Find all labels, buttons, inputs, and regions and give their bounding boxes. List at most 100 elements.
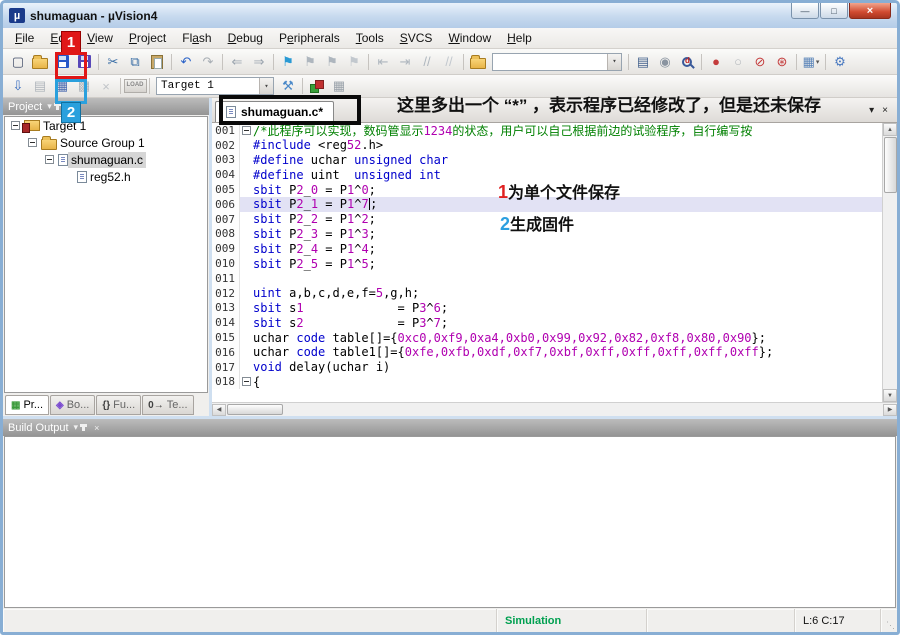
code-line-003[interactable]: 003#define uchar unsigned char — [212, 153, 882, 168]
menu-item-flash[interactable]: Flash — [174, 29, 219, 47]
new-file-icon[interactable]: ▢ — [7, 51, 29, 72]
navigate-back-icon[interactable]: ⇐ — [226, 51, 248, 72]
menu-item-help[interactable]: Help — [499, 29, 540, 47]
code-editor[interactable]: 001/*此程序可以实现，数码管显示1234的状态，用户可以自己根据前边的试验程… — [212, 123, 882, 402]
chevron-down-icon[interactable]: ▾ — [816, 58, 820, 66]
menu-item-window[interactable]: Window — [440, 29, 499, 47]
tree-item-source-group-1[interactable]: Source Group 1 — [5, 134, 207, 151]
copy-icon[interactable]: ⧉ — [124, 51, 146, 72]
code-line-001[interactable]: 001/*此程序可以实现，数码管显示1234的状态，用户可以自己根据前边的试验程… — [212, 123, 882, 138]
stop-build-icon[interactable]: × — [95, 76, 117, 97]
chevron-down-icon[interactable]: ▾ — [259, 78, 273, 94]
code-line-009[interactable]: 009sbit P2_4 = P1^4; — [212, 241, 882, 256]
open-folder-icon[interactable] — [29, 51, 51, 72]
panel-tab-bo[interactable]: ◈Bo... — [50, 395, 95, 415]
minimize-button[interactable]: — — [791, 3, 819, 19]
memory-window-icon[interactable]: ▦▾ — [800, 51, 822, 72]
fold-collapse-icon[interactable] — [242, 377, 251, 386]
cut-icon[interactable]: ✂ — [102, 51, 124, 72]
configure-icon[interactable]: ⚙ — [829, 51, 851, 72]
scroll-left-icon[interactable]: ◀ — [212, 404, 226, 416]
tree-item-target-1[interactable]: Target 1 — [5, 117, 207, 134]
options-for-target-icon[interactable]: ⚒ — [277, 76, 299, 97]
tree-expander-icon[interactable] — [45, 155, 54, 164]
panel-close-icon[interactable]: × — [94, 423, 99, 433]
debug-hand-icon[interactable]: ◉ — [654, 51, 676, 72]
menu-item-view[interactable]: View — [79, 29, 121, 47]
code-line-010[interactable]: 010sbit P2_5 = P1^5; — [212, 256, 882, 271]
tree-item-reg52-h[interactable]: reg52.h — [5, 168, 207, 185]
panel-dropdown-icon[interactable]: ▾ — [47, 101, 52, 112]
menu-item-tools[interactable]: Tools — [348, 29, 392, 47]
code-line-017[interactable]: 017void delay(uchar i) — [212, 360, 882, 375]
outdent-icon[interactable]: ⇤ — [372, 51, 394, 72]
code-line-016[interactable]: 016uchar code table1[]={0xfe,0xfb,0xdf,0… — [212, 345, 882, 360]
line-number: 015 — [212, 330, 240, 345]
undo-icon[interactable]: ↶ — [175, 51, 197, 72]
tree-expander-icon[interactable] — [11, 121, 20, 130]
panel-tab-te[interactable]: 0→Te... — [142, 395, 193, 415]
target-combo[interactable]: Target 1▾ — [156, 77, 274, 95]
close-button[interactable]: × — [849, 3, 891, 19]
batch-build-icon[interactable]: ▤ — [29, 76, 51, 97]
horizontal-scroll-thumb[interactable] — [227, 404, 283, 415]
configure-flash-icon[interactable]: ▤ — [632, 51, 654, 72]
fold-collapse-icon[interactable] — [242, 126, 251, 135]
navigate-forward-icon[interactable]: ⇒ — [248, 51, 270, 72]
menu-item-debug[interactable]: Debug — [220, 29, 271, 47]
toolbar-separator — [701, 54, 702, 70]
scroll-down-icon[interactable]: ▼ — [883, 389, 897, 402]
code-line-018[interactable]: 018{ — [212, 375, 882, 390]
menu-item-project[interactable]: Project — [121, 29, 174, 47]
tab-list-dropdown-icon[interactable]: ▾ — [869, 105, 874, 116]
paste-icon[interactable] — [146, 51, 168, 72]
code-line-012[interactable]: 012uint a,b,c,d,e,f=5,g,h; — [212, 286, 882, 301]
maximize-button[interactable]: □ — [820, 3, 848, 19]
menu-item-file[interactable]: File — [7, 29, 42, 47]
start-stop-debug-icon[interactable] — [676, 51, 698, 72]
code-line-002[interactable]: 002#include <reg52.h> — [212, 138, 882, 153]
code-text: sbit s2 = P3^7; — [253, 316, 448, 330]
code-line-013[interactable]: 013sbit s1 = P3^6; — [212, 301, 882, 316]
code-line-014[interactable]: 014sbit s2 = P3^7; — [212, 315, 882, 330]
panel-tab-pr[interactable]: ▦Pr... — [5, 395, 49, 415]
enable-disable-breakpoint-icon[interactable]: ○ — [727, 51, 749, 72]
kill-all-breakpoints-icon[interactable]: ⊛ — [771, 51, 793, 72]
insert-breakpoint-icon[interactable]: ● — [705, 51, 727, 72]
vertical-scrollbar[interactable]: ▲ ▼ — [882, 123, 897, 402]
comment-icon[interactable]: // — [416, 51, 438, 72]
scroll-up-icon[interactable]: ▲ — [883, 123, 897, 136]
annotation-marker-2: 2 — [61, 102, 81, 123]
tab-close-icon[interactable]: × — [882, 105, 888, 116]
vertical-scroll-thumb[interactable] — [884, 137, 897, 193]
bookmark-clear-icon[interactable]: ⚑ — [343, 51, 365, 72]
scroll-right-icon[interactable]: ▶ — [883, 404, 897, 416]
panel-pin-icon[interactable] — [82, 424, 85, 431]
disable-all-breakpoints-icon[interactable]: ⊘ — [749, 51, 771, 72]
horizontal-scrollbar[interactable]: ◀ ▶ — [212, 402, 897, 416]
panel-pin-icon[interactable] — [56, 103, 59, 110]
menu-item-svcs[interactable]: SVCS — [392, 29, 441, 47]
uncomment-icon[interactable]: // — [438, 51, 460, 72]
indent-icon[interactable]: ⇥ — [394, 51, 416, 72]
tree-expander-icon[interactable] — [28, 138, 37, 147]
bookmark-prev-icon[interactable]: ⚑ — [299, 51, 321, 72]
panel-dropdown-icon[interactable]: ▾ — [74, 422, 79, 433]
resize-grip[interactable]: ⋱ — [881, 609, 897, 632]
tree-item-shumaguan-c[interactable]: shumaguan.c — [5, 151, 207, 168]
redo-icon[interactable]: ↷ — [197, 51, 219, 72]
translate-icon[interactable]: ⇩ — [7, 76, 29, 97]
search-combo[interactable]: ▾ — [492, 53, 622, 71]
code-line-011[interactable]: 011 — [212, 271, 882, 286]
chevron-down-icon[interactable]: ▾ — [607, 54, 621, 70]
window-layout-icon[interactable]: ▦ — [328, 76, 350, 97]
bookmark-toggle-icon[interactable]: ⚑ — [277, 51, 299, 72]
find-in-files-icon[interactable] — [467, 51, 489, 72]
manage-components-icon[interactable] — [306, 76, 328, 97]
menu-item-peripherals[interactable]: Peripherals — [271, 29, 348, 47]
toolbar-separator — [98, 54, 99, 70]
panel-tab-fu[interactable]: {}Fu... — [96, 395, 141, 415]
download-icon[interactable]: LOAD — [124, 76, 146, 97]
code-line-015[interactable]: 015uchar code table[]={0xc0,0xf9,0xa4,0x… — [212, 330, 882, 345]
bookmark-next-icon[interactable]: ⚑ — [321, 51, 343, 72]
